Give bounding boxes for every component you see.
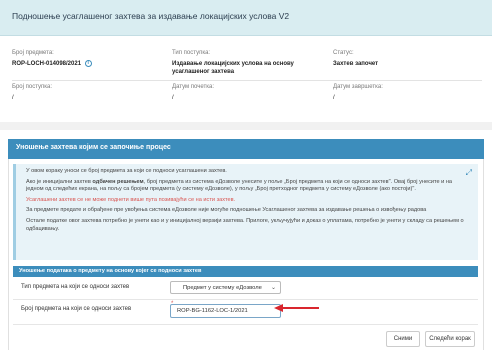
start-date-cell: Датум почетка: / bbox=[172, 84, 312, 102]
case-number-text: ROP-LOCH-014098/2021 bbox=[12, 61, 82, 68]
end-date-label: Датум завршетка: bbox=[333, 84, 383, 90]
info-callout: ⤢ У овом кораку уноси се број предмета з… bbox=[13, 164, 478, 260]
case-number-label: Број предмета: bbox=[12, 50, 54, 56]
callout-text-1: У овом кораку уноси се број предмета за … bbox=[26, 168, 227, 174]
callout-text-2-pre: Ако је иницијални захтев bbox=[26, 178, 93, 185]
info-icon[interactable]: i bbox=[84, 60, 92, 67]
case-type-select[interactable]: Предмет у систему еДозволе ⌄ bbox=[170, 281, 281, 294]
case-number-input-value: ROP-BG-1162-LOC-1/2021 bbox=[177, 308, 248, 314]
case-number-row: Број предмета на који се односи захтев *… bbox=[13, 301, 478, 320]
procedure-type-label: Тип поступка: bbox=[172, 50, 211, 56]
section-title: Уношење података о предмету на основу ко… bbox=[19, 268, 202, 274]
panel-title: Уношење захтева којим се започиње процес bbox=[16, 144, 171, 151]
case-number-value: ROP-LOCH-014098/2021 i bbox=[12, 60, 162, 68]
page-title: Подношење усаглашеног захтева за издавањ… bbox=[12, 11, 290, 21]
row-divider bbox=[13, 324, 478, 325]
expand-icon[interactable]: ⤢ bbox=[466, 169, 472, 177]
save-button[interactable]: Сними bbox=[386, 331, 420, 347]
case-number-input[interactable]: ROP-BG-1162-LOC-1/2021 bbox=[170, 304, 281, 318]
callout-text-4: За предмете предате и обрађене пре увође… bbox=[26, 207, 427, 214]
callout-text-5: Остале податке овог захтева потребно је … bbox=[26, 217, 464, 232]
callout-text-2: Ако је иницијални захтев одбачен решењем… bbox=[26, 179, 470, 194]
procedure-number-value: / bbox=[12, 95, 14, 101]
start-date-value: / bbox=[172, 95, 174, 101]
callout-warning: Усаглашени захтев се не може поднети виш… bbox=[26, 196, 236, 203]
end-date-cell: Датум завршетка: / bbox=[333, 84, 473, 102]
panel-header: Уношење захтева којим се започиње процес bbox=[8, 139, 484, 159]
section-gap bbox=[0, 122, 492, 130]
status-value: Захтев започет bbox=[333, 61, 379, 67]
status-cell: Статус: Захтев започет bbox=[333, 50, 473, 68]
status-label: Статус: bbox=[333, 50, 354, 56]
case-number-field-label: Број предмета на који се односи захтев bbox=[21, 306, 132, 312]
page-header: Подношење усаглашеног захтева за издавањ… bbox=[0, 0, 492, 36]
red-arrow-annotation bbox=[274, 304, 319, 312]
case-type-row: Тип предмета на који се односи захтев Пр… bbox=[13, 281, 478, 297]
section-header: Уношење података о предмету на основу ко… bbox=[13, 266, 478, 277]
end-date-value: / bbox=[333, 95, 335, 101]
procedure-type-value: Издавање локацијских услова на основу ус… bbox=[172, 61, 294, 75]
case-number-cell: Број предмета: ROP-LOCH-014098/2021 i bbox=[12, 50, 162, 68]
procedure-number-cell: Број поступка: / bbox=[12, 84, 162, 102]
callout-text-2-bold: одбачен решењем bbox=[92, 178, 144, 185]
case-type-label: Тип предмета на који се односи захтев bbox=[21, 284, 130, 290]
divider bbox=[12, 80, 482, 81]
row-divider bbox=[13, 299, 478, 300]
procedure-number-label: Број поступка: bbox=[12, 84, 53, 90]
procedure-type-cell: Тип поступка: Издавање локацијских услов… bbox=[172, 50, 312, 76]
start-date-label: Датум почетка: bbox=[172, 84, 215, 90]
case-type-selected: Предмет у систему еДозволе bbox=[183, 285, 262, 291]
chevron-down-icon: ⌄ bbox=[270, 285, 276, 291]
next-step-button[interactable]: Следећи корак bbox=[425, 331, 475, 347]
